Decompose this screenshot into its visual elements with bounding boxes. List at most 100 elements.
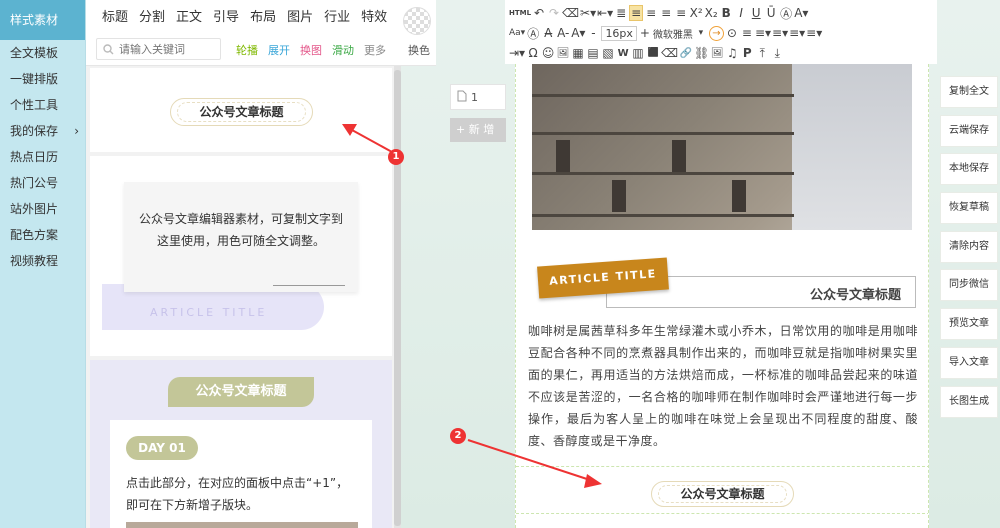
font-background-icon[interactable]: A▾ (571, 26, 585, 40)
paragraph-spacing-icon[interactable]: ≡▾ (789, 26, 805, 40)
nav-item-my-saved[interactable]: 我的保存 › (0, 118, 85, 144)
tab-title[interactable]: 标题 (102, 6, 128, 25)
clear-format-icon[interactable]: ⌫ (661, 46, 678, 60)
block-icon[interactable]: ⬛ (646, 48, 660, 58)
preview-article-button[interactable]: 预览文章 (940, 308, 998, 341)
format-brush-icon[interactable]: ✂▾ (580, 6, 596, 20)
subtab-more[interactable]: 更多 (364, 42, 386, 58)
swap-color-label[interactable]: 换色 (408, 42, 430, 58)
tab-divider[interactable]: 分割 (139, 6, 165, 25)
copy-all-button[interactable]: 复制全文 (940, 76, 998, 108)
table-icon[interactable]: ▦ (571, 46, 585, 60)
cloud-save-button[interactable]: 云端保存 (940, 114, 998, 147)
font-family-select[interactable]: 微软雅黑 (653, 26, 693, 41)
nav-item-full-templates[interactable]: 全文模板 (0, 40, 85, 66)
font-color-icon[interactable]: A▾ (794, 6, 808, 20)
bold-icon[interactable]: B (719, 6, 733, 20)
underline-icon[interactable]: U (749, 6, 763, 20)
inserted-section[interactable]: 公众号文章标题 (516, 466, 928, 514)
strikethrough-icon[interactable]: A̶ (541, 26, 555, 40)
clear-content-button[interactable]: 清除内容 (940, 230, 998, 263)
nav-item-popular-accounts[interactable]: 热门公号 (0, 170, 85, 196)
case-icon[interactable]: Aa▾ (509, 28, 525, 38)
tab-effects[interactable]: 特效 (361, 6, 387, 25)
materials-scrollbar[interactable] (394, 66, 401, 528)
italic-icon[interactable]: I (734, 6, 748, 20)
long-image-button[interactable]: 长图生成 (940, 385, 998, 418)
subtab-carousel[interactable]: 轮播 (236, 42, 258, 58)
first-indent-icon[interactable]: ⇥▾ (509, 46, 525, 60)
align-justify-icon[interactable]: ≡ (674, 6, 688, 20)
align-center-icon[interactable]: ≡ (644, 6, 658, 20)
word-import-icon[interactable]: W (616, 48, 630, 59)
align-left-icon[interactable]: ≡ (629, 5, 644, 21)
redo-icon[interactable]: ↷ (547, 6, 561, 20)
insert-before-icon[interactable]: ⤒ (755, 46, 769, 61)
letter-spacing-icon[interactable]: ≡▾ (806, 26, 822, 40)
nav-item-personal-tools[interactable]: 个性工具 (0, 92, 85, 118)
add-page-button[interactable]: + 新 增 (450, 118, 506, 142)
search-input[interactable] (119, 42, 215, 56)
font-decrease-icon[interactable]: A- (556, 26, 570, 40)
html-source-button[interactable]: HTML (509, 9, 531, 17)
swap-color-icon[interactable] (403, 7, 431, 35)
import-article-button[interactable]: 导入文章 (940, 346, 998, 379)
page-tab[interactable]: 1 (450, 84, 506, 110)
eraser-icon[interactable]: ⌫ (562, 6, 579, 20)
font-size-select[interactable]: 16px (601, 25, 637, 41)
sync-wechat-button[interactable]: 同步微信 (940, 269, 998, 302)
nav-item-color-schemes[interactable]: 配色方案 (0, 222, 85, 248)
indent-icon[interactable]: ⇤▾ (597, 6, 613, 20)
unordered-list-icon[interactable]: ≡▾ (772, 26, 788, 40)
tab-body[interactable]: 正文 (176, 6, 202, 25)
local-save-button[interactable]: 本地保存 (940, 153, 998, 186)
forward-circle-icon[interactable]: → (708, 25, 724, 41)
grid-icon[interactable]: ▥ (631, 46, 645, 60)
tab-industry[interactable]: 行业 (324, 6, 350, 25)
overline-icon[interactable]: Ū (764, 6, 778, 20)
chevron-down-icon[interactable]: ▾ (694, 28, 708, 38)
article-paragraph[interactable]: 咖啡树是属茜草科多年生常绿灌木或小乔木，日常饮用的咖啡是用咖啡豆配合各种不同的烹… (528, 320, 918, 452)
back-circle-icon[interactable]: ⊙ (725, 26, 739, 40)
tab-images[interactable]: 图片 (287, 6, 313, 25)
text-border-icon[interactable]: Ⓐ (779, 5, 793, 22)
subtab-swap-image[interactable]: 换图 (300, 42, 322, 58)
nav-item-style-materials[interactable]: 样式素材 (0, 0, 85, 40)
list-icon[interactable]: ≡ (740, 26, 754, 40)
material-card-title[interactable]: 公众号文章标题 (90, 68, 392, 152)
restore-draft-button[interactable]: 恢复草稿 (940, 192, 998, 225)
nav-item-hot-calendar[interactable]: 热点日历 (0, 144, 85, 170)
subtab-slide[interactable]: 滑动 (332, 42, 354, 58)
size-decrease-button[interactable]: - (586, 26, 600, 40)
highlight-icon[interactable]: Ⓐ (526, 25, 540, 42)
link-icon[interactable]: 🔗 (679, 48, 693, 59)
superscript-icon[interactable]: X² (689, 6, 703, 20)
editor-canvas[interactable]: 公众号文章标题 ARTICLE TITLE 咖啡树是属茜草科多年生常绿灌木或小乔… (515, 64, 929, 528)
undo-icon[interactable]: ↶ (532, 6, 546, 20)
gallery-icon[interactable]: ▤ (586, 46, 600, 60)
subtab-expand[interactable]: 展开 (268, 42, 290, 58)
nav-item-video-tutorials[interactable]: 视频教程 (0, 248, 85, 274)
subscript-icon[interactable]: X₂ (704, 6, 718, 20)
align-right-icon[interactable]: ≡ (659, 6, 673, 20)
pattern-icon[interactable]: ▧ (601, 46, 615, 60)
emoji-icon[interactable]: ☺ (541, 46, 555, 60)
scrollbar-thumb[interactable] (394, 70, 401, 526)
insert-after-icon[interactable]: ⤓ (770, 46, 784, 61)
nav-item-external-images[interactable]: 站外图片 (0, 196, 85, 222)
tab-guide[interactable]: 引导 (213, 6, 239, 25)
image-frame-icon[interactable]: 🖼 (710, 48, 724, 59)
search-box[interactable] (96, 38, 221, 60)
image-icon[interactable]: 🖼 (556, 48, 570, 59)
tab-layout[interactable]: 布局 (250, 6, 276, 25)
unlink-icon[interactable]: ⛓ (694, 46, 709, 60)
special-char-icon[interactable]: Ω (526, 46, 540, 60)
size-increase-button[interactable]: + (638, 26, 652, 40)
paragraph-icon[interactable]: P (740, 46, 754, 60)
music-icon[interactable]: ♫ (725, 46, 739, 60)
material-card-day[interactable]: 公众号文章标题 DAY 01 点击此部分，在对应的面板中点击“+1”，即可在下方… (90, 360, 392, 528)
nav-item-one-click-layout[interactable]: 一键排版 (0, 66, 85, 92)
line-height-icon[interactable]: ≣ (614, 6, 628, 20)
material-card-text-box[interactable]: ARTICLE TITLE 公众号文章编辑器素材，可复制文字到这里使用，用色可随… (90, 156, 392, 356)
ordered-list-icon[interactable]: ≡▾ (755, 26, 771, 40)
